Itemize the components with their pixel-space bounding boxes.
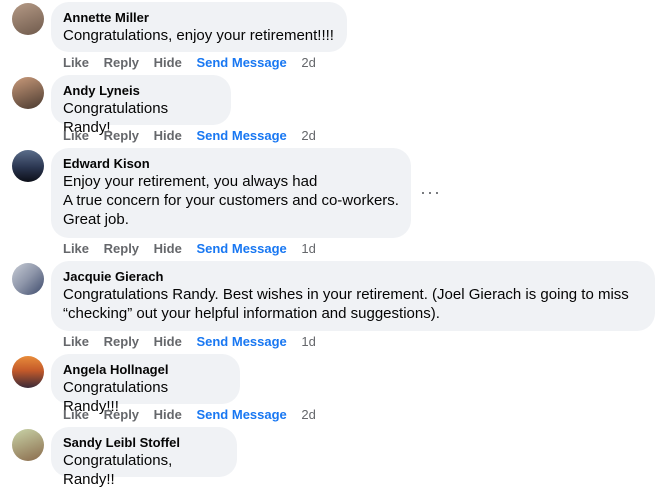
avatar[interactable] — [12, 150, 44, 182]
reply-button[interactable]: Reply — [104, 128, 139, 143]
timestamp[interactable]: 2d — [301, 128, 315, 143]
comment-bubble: Andy Lyneis Congratulations Randy! — [51, 75, 231, 136]
reply-button[interactable]: Reply — [104, 55, 139, 70]
timestamp[interactable]: 2d — [301, 407, 315, 422]
timestamp[interactable]: 1d — [301, 334, 315, 349]
like-button[interactable]: Like — [63, 55, 89, 70]
comment-author[interactable]: Jacquie Gierach — [63, 269, 643, 285]
comment-text-line: A true concern for your customers and co… — [63, 192, 399, 209]
comment-actions: Like Reply Hide Send Message 2d — [63, 128, 327, 144]
comment-author[interactable]: Angela Hollnagel — [63, 362, 228, 378]
hide-button[interactable]: Hide — [154, 128, 182, 143]
comment-author[interactable]: Sandy Leibl Stoffel — [63, 435, 225, 451]
comment-author[interactable]: Annette Miller — [63, 10, 335, 26]
comment-text: Congratulations, Randy!! — [63, 452, 173, 488]
comment-text: Congratulations, enjoy your retirement!!… — [63, 27, 334, 44]
send-message-button[interactable]: Send Message — [196, 55, 286, 70]
like-button[interactable]: Like — [63, 241, 89, 256]
avatar[interactable] — [12, 263, 44, 295]
like-button[interactable]: Like — [63, 128, 89, 143]
comment-bubble: Edward Kison Enjoy your retirement, you … — [51, 148, 411, 238]
comment-bubble: Jacquie Gierach Congratulations Randy. B… — [51, 261, 655, 331]
reply-button[interactable]: Reply — [104, 334, 139, 349]
comment-author[interactable]: Edward Kison — [63, 156, 399, 172]
like-button[interactable]: Like — [63, 407, 89, 422]
avatar[interactable] — [12, 3, 44, 35]
comment-text-line: “checking” out your helpful information … — [63, 305, 440, 322]
comment-text-line: Enjoy your retirement, you always had — [63, 173, 318, 190]
timestamp[interactable]: 1d — [301, 241, 315, 256]
comment-actions: Like Reply Hide Send Message 1d — [63, 241, 327, 257]
hide-button[interactable]: Hide — [154, 407, 182, 422]
comment-author[interactable]: Andy Lyneis — [63, 83, 219, 99]
comment-actions: Like Reply Hide Send Message 2d — [63, 407, 327, 423]
comment-text-line: Congratulations Randy. Best wishes in yo… — [63, 286, 629, 303]
send-message-button[interactable]: Send Message — [196, 334, 286, 349]
comment-bubble: Annette Miller Congratulations, enjoy yo… — [51, 2, 347, 52]
comment-bubble: Angela Hollnagel Congratulations Randy!!… — [51, 354, 240, 415]
comment-actions: Like Reply Hide Send Message 2d — [63, 55, 327, 71]
more-options-icon[interactable]: ··· — [420, 182, 441, 203]
hide-button[interactable]: Hide — [154, 334, 182, 349]
like-button[interactable]: Like — [63, 334, 89, 349]
avatar[interactable] — [12, 356, 44, 388]
avatar[interactable] — [12, 77, 44, 109]
timestamp[interactable]: 2d — [301, 55, 315, 70]
comment-actions: Like Reply Hide Send Message 1d — [63, 334, 327, 350]
avatar[interactable] — [12, 429, 44, 461]
hide-button[interactable]: Hide — [154, 241, 182, 256]
hide-button[interactable]: Hide — [154, 55, 182, 70]
send-message-button[interactable]: Send Message — [196, 128, 286, 143]
comment-text-line: Great job. — [63, 211, 129, 228]
send-message-button[interactable]: Send Message — [196, 241, 286, 256]
reply-button[interactable]: Reply — [104, 407, 139, 422]
send-message-button[interactable]: Send Message — [196, 407, 286, 422]
reply-button[interactable]: Reply — [104, 241, 139, 256]
comment-bubble: Sandy Leibl Stoffel Congratulations, Ran… — [51, 427, 237, 488]
